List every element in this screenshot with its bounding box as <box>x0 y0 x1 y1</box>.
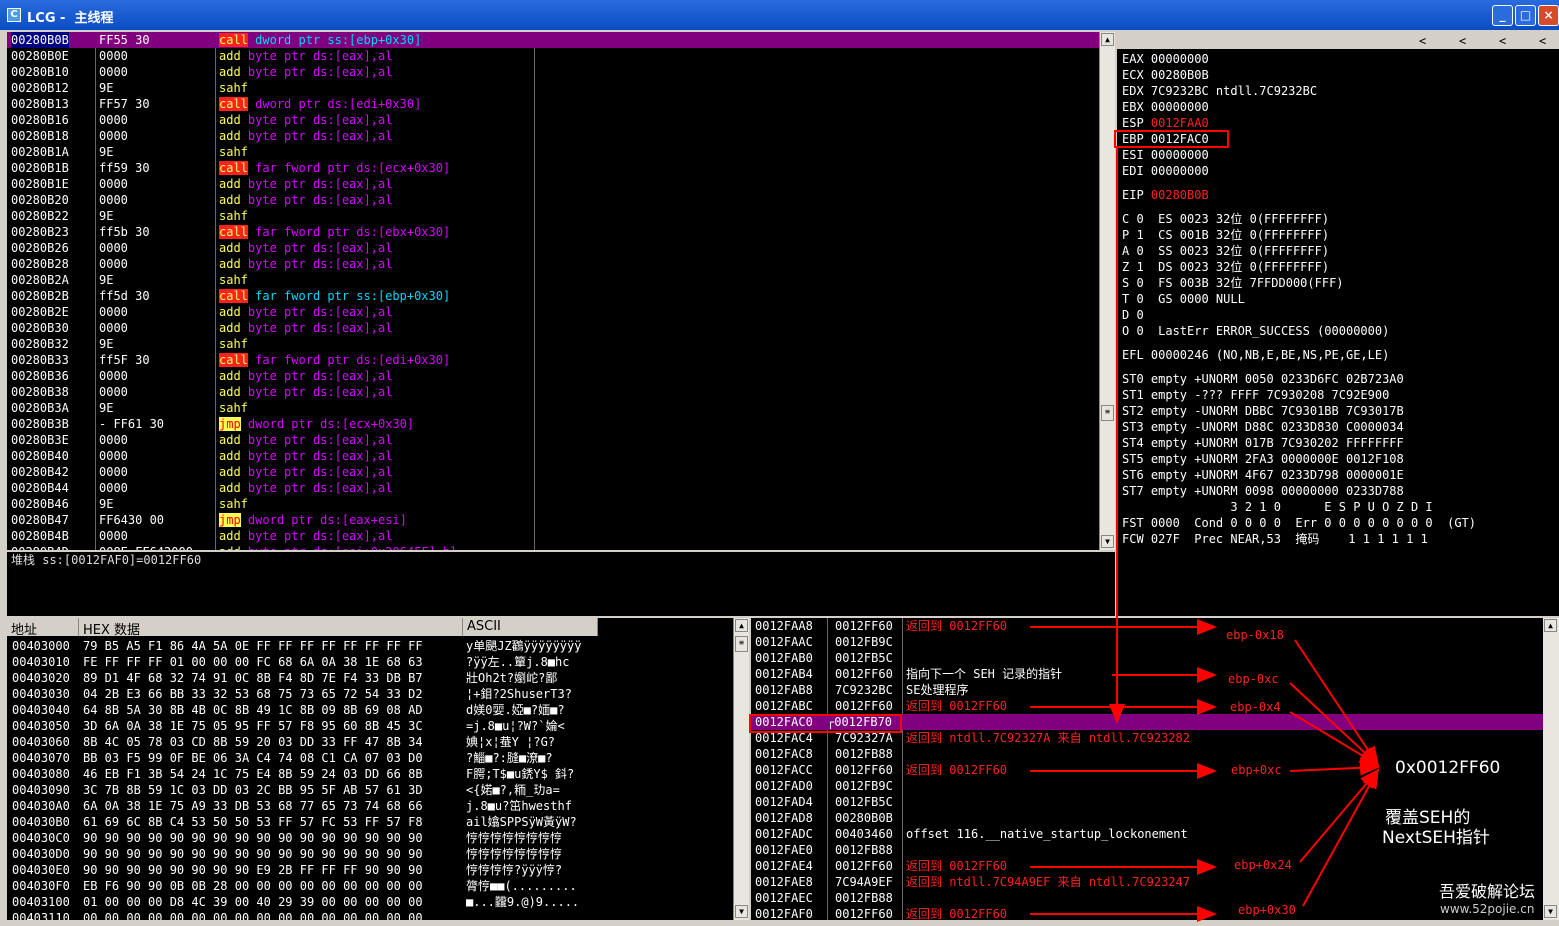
offset-label: ebp-0xc <box>1228 672 1279 686</box>
note-line2: NextSEH指针 <box>1382 828 1490 848</box>
offset-label: ebp-0x4 <box>1230 700 1281 714</box>
offset-label: ebp+0xc <box>1231 763 1282 777</box>
offset-label: ebp-0x18 <box>1226 628 1284 642</box>
watermark: 吾爱破解论坛 <box>1439 882 1536 901</box>
target-value-label: 0x0012FF60 <box>1395 758 1501 778</box>
offset-label: ebp+0x30 <box>1238 903 1296 917</box>
offset-label: ebp+0x24 <box>1234 858 1292 872</box>
watermark-url: www.52pojie.cn <box>1440 902 1535 916</box>
annotation-overlay <box>1030 148 1380 922</box>
debugger-window: C LCG - 主线程 _ □ × 00280B0B FF55 30 call dw… <box>0 0 1559 926</box>
